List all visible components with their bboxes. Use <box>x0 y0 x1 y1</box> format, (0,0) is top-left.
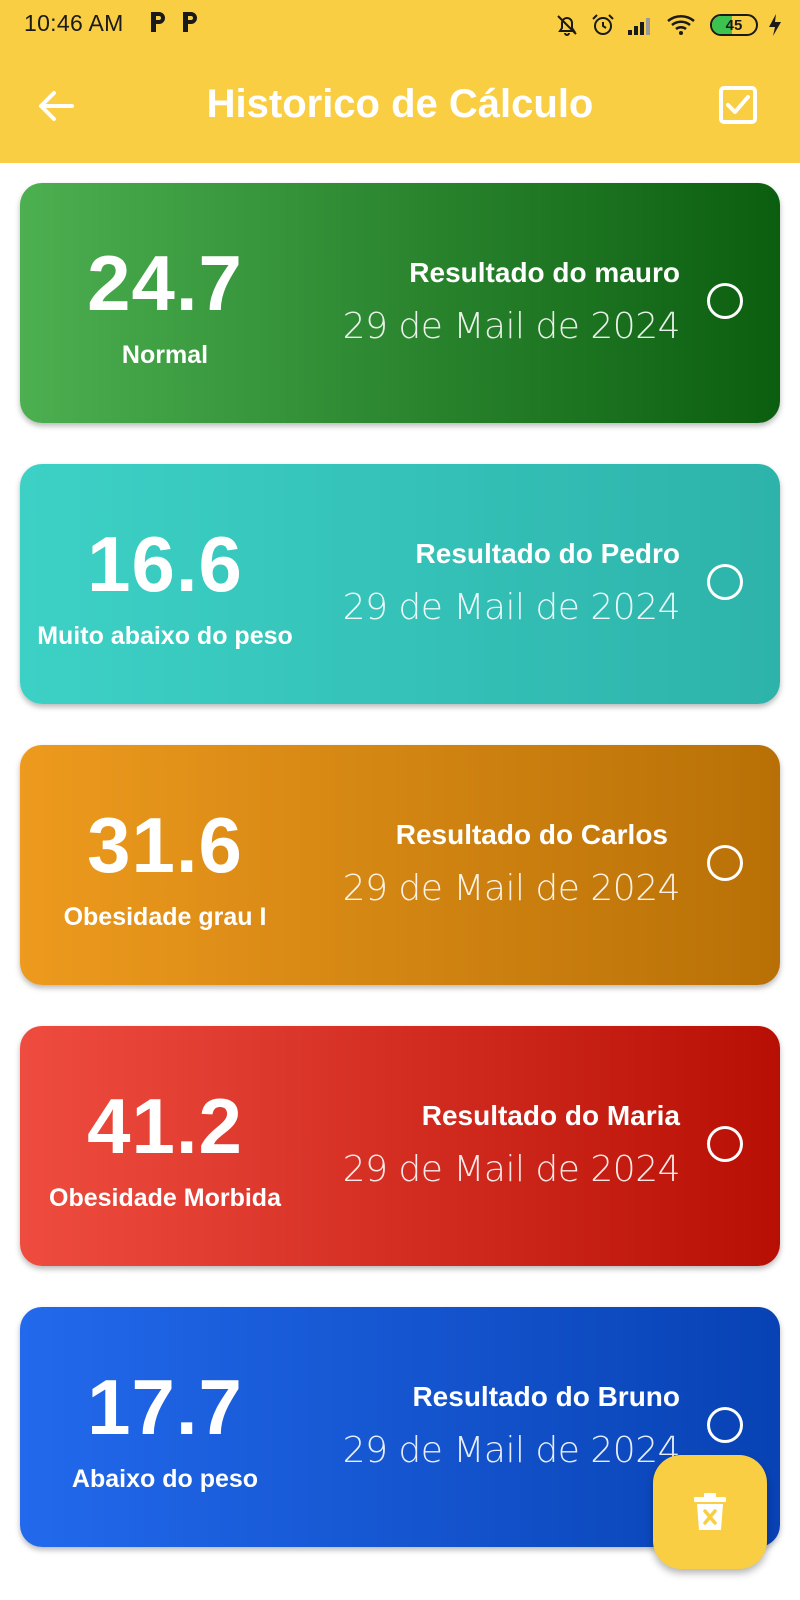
bmi-classification: Muito abaixo do peso <box>37 622 293 650</box>
status-bar: 10:46 AM 45 <box>0 0 800 50</box>
status-time: 10:46 AM <box>24 10 124 36</box>
bmi-value: 31.6 <box>87 801 243 889</box>
status-icons: 45 <box>554 10 782 40</box>
result-title: Resultado do mauro <box>409 257 680 288</box>
select-all-checkbox-icon[interactable] <box>718 85 758 125</box>
select-radio[interactable] <box>707 564 743 600</box>
result-date: 29 de Mail de 2024 <box>342 306 681 347</box>
result-date: 29 de Mail de 2024 <box>342 587 681 628</box>
bmi-classification: Obesidade grau I <box>63 903 267 931</box>
wifi-icon <box>667 14 695 35</box>
bmi-value: 16.6 <box>87 520 243 608</box>
bmi-value: 24.7 <box>87 239 243 327</box>
history-card[interactable]: 41.2 Obesidade Morbida Resultado do Mari… <box>20 1026 780 1266</box>
signal-icon <box>628 18 650 35</box>
app-bar: 10:46 AM 45 Historico de Cálculo <box>0 0 800 163</box>
result-date: 29 de Mail de 2024 <box>342 868 681 909</box>
select-radio[interactable] <box>707 283 743 319</box>
history-card[interactable]: 24.7 Normal Resultado do mauro 29 de Mai… <box>20 183 780 423</box>
history-card[interactable]: 16.6 Muito abaixo do peso Resultado do P… <box>20 464 780 704</box>
select-radio[interactable] <box>707 845 743 881</box>
result-date: 29 de Mail de 2024 <box>342 1149 681 1190</box>
result-title: Resultado do Bruno <box>412 1381 680 1412</box>
select-radio[interactable] <box>707 1126 743 1162</box>
page-title: Historico de Cálculo <box>206 82 594 126</box>
bmi-classification: Abaixo do peso <box>71 1465 259 1493</box>
parking-app-icon <box>183 12 197 32</box>
alarm-icon <box>592 14 614 35</box>
bmi-value: 17.7 <box>87 1363 243 1451</box>
mute-bell-icon <box>557 15 577 36</box>
parking-app-icon <box>151 12 165 32</box>
result-title: Resultado do Pedro <box>415 538 680 569</box>
result-title: Resultado do Maria <box>421 1100 680 1131</box>
result-date: 29 de Mail de 2024 <box>342 1430 681 1471</box>
result-title: Resultado do Carlos <box>395 819 668 850</box>
bmi-value: 41.2 <box>87 1082 243 1170</box>
delete-button[interactable] <box>653 1455 767 1569</box>
delete-icon <box>694 1493 726 1530</box>
charging-icon <box>769 14 781 36</box>
bmi-classification: Normal <box>121 341 209 369</box>
battery-level: 45 <box>725 16 743 34</box>
battery-icon: 45 <box>710 14 758 36</box>
history-card[interactable]: 31.6 Obesidade grau I Resultado do Carlo… <box>20 745 780 985</box>
bmi-classification: Obesidade Morbida <box>49 1184 281 1212</box>
select-radio[interactable] <box>707 1407 743 1443</box>
